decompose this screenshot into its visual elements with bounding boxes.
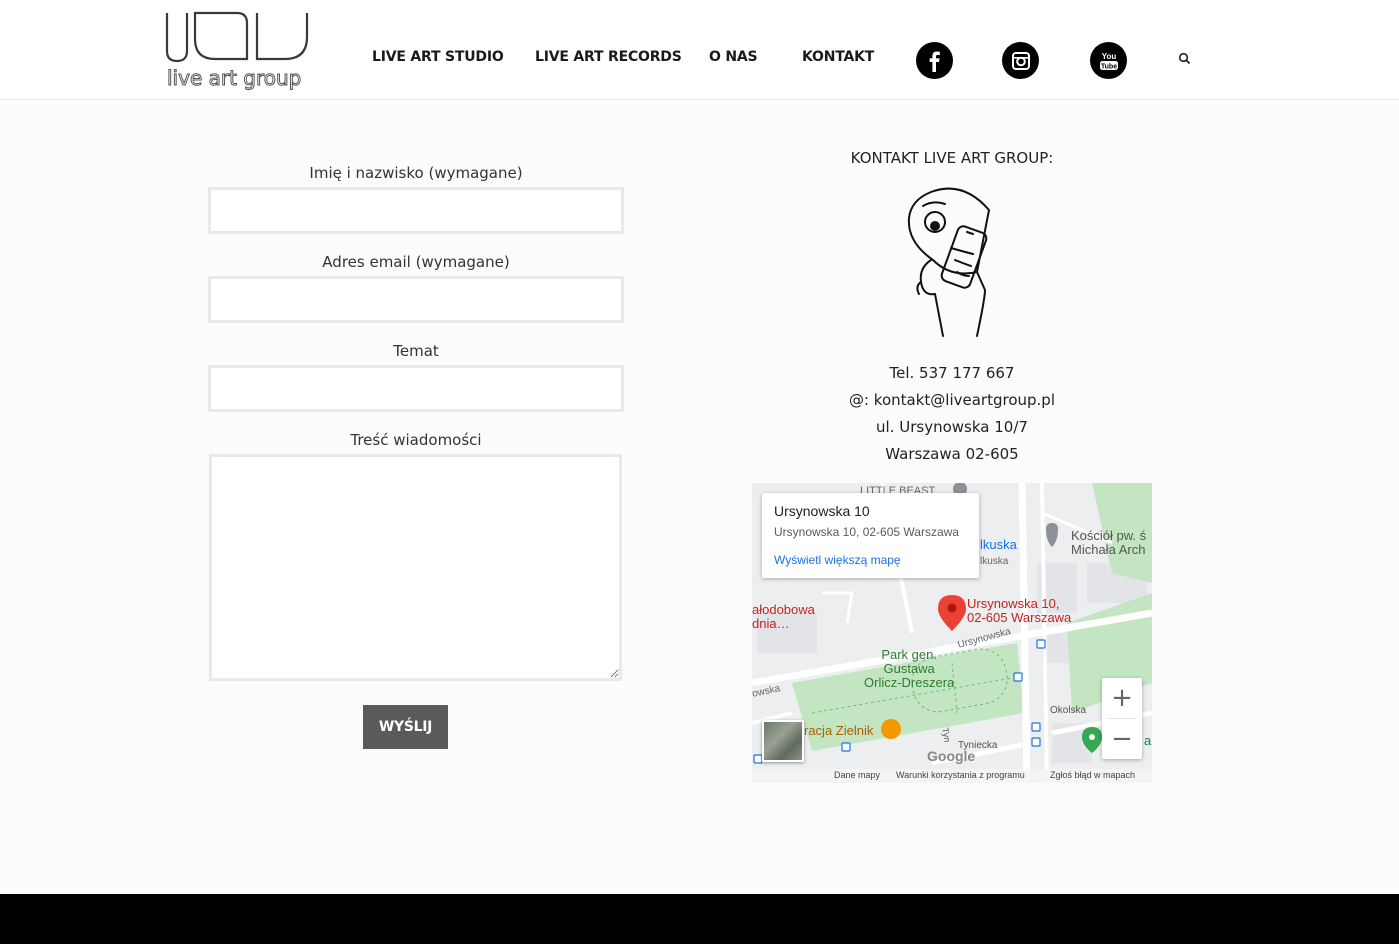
map-park-label-3: Orlicz-Dreszera — [864, 675, 955, 690]
site-header: live art group LIVE ART STUDIO LIVE ART … — [0, 0, 1399, 100]
map-card-address: Ursynowska 10, 02-605 Warszawa — [774, 525, 959, 539]
email-input[interactable] — [208, 276, 624, 323]
map-right-poi: a — [1144, 733, 1152, 748]
nav-live-art-studio[interactable]: LIVE ART STUDIO — [372, 49, 504, 65]
map-card-title: Ursynowska 10 — [774, 503, 870, 519]
contact-street: ul. Ursynowska 10/7 — [876, 418, 1028, 436]
nav-kontakt[interactable]: KONTAKT — [802, 49, 874, 65]
map-report-link[interactable]: Zgłoś błąd w mapach — [1050, 770, 1135, 780]
map-park-label-1: Park gen. — [881, 647, 937, 662]
person-phone-illustration — [873, 178, 1033, 340]
map-poi-left-1: ałodobowa — [752, 602, 815, 617]
youtube-icon[interactable]: You Tube — [1090, 42, 1127, 79]
google-logo: Google — [927, 748, 976, 764]
search-icon[interactable] — [1178, 52, 1192, 66]
contact-city: Warszawa 02-605 — [885, 445, 1019, 463]
map-park-label: Park gen. Gustawa Orlicz-Dreszera — [864, 648, 954, 690]
name-input[interactable] — [208, 187, 624, 234]
map-poi-left: ałodobowa dnia… — [752, 603, 815, 631]
map-pin-label: Ursynowska 10, 02-605 Warszawa — [967, 597, 1071, 625]
zoom-out-button[interactable]: − — [1102, 719, 1142, 759]
message-textarea[interactable] — [209, 454, 622, 681]
message-label: Treść wiadomości — [350, 431, 482, 449]
email-label: Adres email (wymagane) — [322, 253, 510, 271]
map-pin-label-2: 02-605 Warszawa — [967, 610, 1072, 625]
map-view-larger-link[interactable]: Wyświetl większą mapę — [774, 553, 967, 567]
page-footer — [0, 894, 1399, 944]
name-label: Imię i nazwisko (wymagane) — [309, 164, 523, 182]
map-church-label: Kościół pw. ś Michała Arch — [1071, 529, 1146, 557]
contact-phone: Tel. 537 177 667 — [889, 364, 1015, 382]
logo-text: live art group — [167, 66, 301, 90]
map-pin-label-1: Ursynowska 10, — [967, 596, 1060, 611]
subject-label: Temat — [393, 342, 439, 360]
facebook-icon[interactable] — [916, 42, 953, 79]
satellite-toggle[interactable] — [762, 720, 804, 762]
nav-o-nas[interactable]: O NAS — [709, 49, 758, 65]
map-street-olkuska: lkuska — [980, 537, 1017, 552]
youtube-text-tube: Tube — [1100, 63, 1116, 70]
map-park-label-2: Gustawa — [883, 661, 935, 676]
subject-input[interactable] — [208, 365, 624, 412]
map-data-link[interactable]: Dane mapy — [834, 770, 880, 780]
site-logo[interactable]: live art group — [163, 11, 309, 93]
nav-live-art-records[interactable]: LIVE ART RECORDS — [535, 49, 682, 65]
zoom-controls: + − — [1102, 678, 1142, 759]
submit-button[interactable]: WYŚLIJ — [363, 705, 448, 749]
zoom-in-button[interactable]: + — [1102, 678, 1142, 718]
map-restaurant-label: racja Zielnik — [804, 723, 874, 738]
map-church-label-1: Kościół pw. ś — [1071, 528, 1147, 543]
map-church-label-2: Michała Arch — [1071, 542, 1146, 557]
map-street-okolska: Okolska — [1050, 705, 1087, 716]
contact-title: KONTAKT LIVE ART GROUP: — [850, 149, 1054, 167]
map-info-card: Ursynowska 10 Ursynowska 10, 02-605 Wars… — [762, 493, 979, 578]
google-map[interactable]: LITTLE BEAST lkuska lkuska Kościół pw. ś… — [752, 483, 1152, 783]
map-poi-left-2: dnia… — [752, 616, 790, 631]
youtube-text-you: You — [1101, 52, 1116, 61]
contact-email[interactable]: @: kontakt@liveartgroup.pl — [752, 391, 1152, 409]
map-street-olkuska-small: lkuska — [980, 556, 1009, 567]
map-terms-link[interactable]: Warunki korzystania z programu — [896, 770, 1025, 780]
instagram-icon[interactable] — [1002, 42, 1039, 79]
map-footer: Dane mapy Warunki korzystania z programu… — [752, 769, 1152, 783]
